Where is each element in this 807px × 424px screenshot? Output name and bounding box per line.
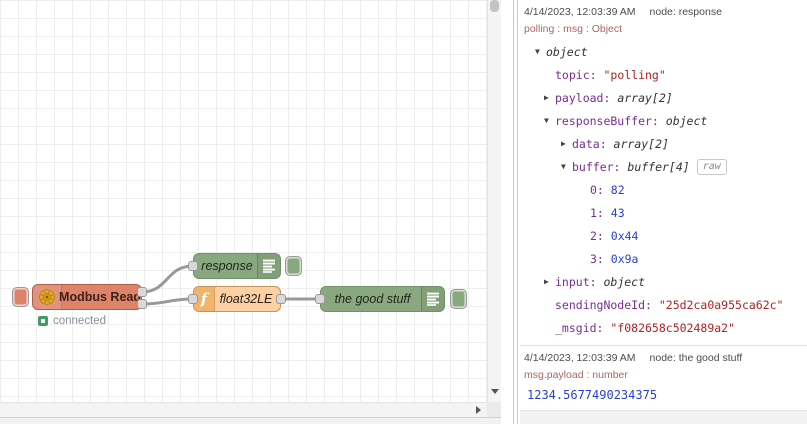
horizontal-scrollbar[interactable] [0, 402, 487, 418]
tree-key: sendingNodeId: [555, 297, 659, 312]
modbus-output-port-1[interactable] [137, 287, 147, 297]
vertical-scrollbar-thumb[interactable] [490, 0, 499, 12]
debug-list-icon [421, 287, 444, 311]
debug-tree-row: 1: 43 [524, 201, 805, 224]
response-input-port[interactable] [188, 261, 198, 271]
tree-key: input: [555, 274, 604, 289]
tree-number: 0x9a [610, 251, 639, 266]
debug-object-tree: ▼ object topic: "polling" ▶ payload: array[2… [524, 40, 805, 339]
debug-tree-row: ▼ responseBuffer: object [524, 109, 805, 132]
flow-wires [141, 264, 320, 306]
wire-modbus-to-response[interactable] [141, 264, 194, 294]
debug-tree-row: ▶ payload: array[2] [524, 86, 805, 109]
collapse-icon[interactable]: ▼ [561, 162, 572, 171]
tree-type: object [665, 113, 708, 128]
tree-key: 3: [590, 251, 611, 266]
vertical-scrollbar[interactable] [487, 0, 502, 402]
expand-icon[interactable]: ▶ [561, 139, 572, 148]
collapse-icon[interactable]: ▼ [544, 116, 555, 125]
node-label: float32LE [219, 292, 273, 306]
debug-message: 4/14/2023, 12:03:39 AM node: response po… [520, 0, 807, 346]
debug-tree-row: ▶ input: object [524, 270, 805, 293]
debug-tree-row: 3: 0x9a [524, 247, 805, 270]
tree-string: "25d2ca0a955ca62c" [658, 297, 784, 312]
tree-key: _msgid: [555, 320, 611, 335]
wire-modbus-to-float32le[interactable] [141, 297, 194, 306]
debug-message-path: msg.payload : number [524, 369, 628, 381]
tree-type: array[2] [617, 90, 673, 105]
debug-timestamp: 4/14/2023, 12:03:39 AM [524, 6, 636, 18]
float32le-output-port[interactable] [276, 294, 286, 304]
scrollbar-corner [487, 402, 501, 417]
debug-panel-empty-area [520, 411, 807, 424]
tree-type: object [603, 274, 646, 289]
node-response[interactable]: response [193, 253, 281, 279]
debug-tree-row: ▼ object [524, 40, 805, 63]
collapse-icon[interactable]: ▼ [535, 47, 546, 56]
tree-key: responseBuffer: [555, 113, 666, 128]
tree-number: 82 [610, 182, 625, 197]
node-float32le[interactable]: f float32LE [193, 286, 281, 312]
tree-key: topic: [555, 67, 604, 82]
canvas-footer [0, 417, 501, 424]
node-label: response [201, 259, 253, 273]
sidebar-resize-handle[interactable] [501, 0, 520, 424]
debug-tree-row: 0: 82 [524, 178, 805, 201]
node-label: the good stuff [334, 292, 411, 306]
tree-type: object [546, 44, 588, 59]
modbus-output-port-2[interactable] [137, 299, 147, 309]
debug-source-node: node: the good stuff [649, 352, 743, 364]
tree-number: 43 [610, 205, 625, 220]
status-connected-icon [38, 316, 48, 326]
tree-key: 2: [590, 228, 611, 243]
scroll-right-arrow-icon[interactable] [476, 406, 481, 414]
node-red-window: Modbus Read connected response f float32… [0, 0, 807, 424]
debug-tree-row: topic: "polling" [524, 63, 805, 86]
node-modbus-read[interactable]: Modbus Read [32, 284, 142, 310]
expand-icon[interactable]: ▶ [544, 277, 555, 286]
debug-tree-row: sendingNodeId: "25d2ca0a955ca62c" [524, 293, 805, 316]
scroll-down-arrow-icon[interactable] [491, 389, 499, 394]
debug-timestamp: 4/14/2023, 12:03:39 AM [524, 352, 636, 364]
debug-message-path: polling : msg : Object [524, 23, 623, 35]
tree-string: "f082658c502489a2" [610, 320, 736, 335]
debug-tree-row: 2: 0x44 [524, 224, 805, 247]
tree-key: 0: [590, 182, 611, 197]
tree-type: array[2] [613, 136, 669, 151]
goodstuff-debug-toggle-button[interactable] [450, 289, 467, 309]
modbus-status: connected [38, 315, 106, 327]
status-text: connected [53, 315, 107, 327]
tree-type: buffer[4] [627, 159, 690, 174]
debug-tree-row: ▼ buffer: buffer[4] raw [524, 155, 805, 178]
debug-list-icon [257, 254, 280, 278]
goodstuff-input-port[interactable] [315, 294, 325, 304]
tree-key: 1: [590, 205, 611, 220]
tree-key: data: [572, 136, 614, 151]
flow-canvas: Modbus Read connected response f float32… [0, 0, 502, 424]
canvas-grid[interactable]: Modbus Read connected response f float32… [0, 0, 487, 402]
debug-message-meta: 4/14/2023, 12:03:39 AM node: the good st… [524, 352, 805, 364]
float32le-input-port[interactable] [188, 294, 198, 304]
tree-key: payload: [555, 90, 618, 105]
debug-message-meta: 4/14/2023, 12:03:39 AM node: response [524, 6, 805, 18]
tree-number: 0x44 [610, 228, 639, 243]
debug-tree-row: _msgid: "f082658c502489a2" [524, 316, 805, 339]
debug-tree-row: ▶ data: array[2] [524, 132, 805, 155]
response-debug-toggle-button[interactable] [285, 256, 302, 276]
debug-source-node: node: response [649, 6, 722, 18]
debug-sidebar: 4/14/2023, 12:03:39 AM node: response po… [520, 0, 807, 424]
modbus-inject-button[interactable] [12, 287, 29, 307]
debug-message: 4/14/2023, 12:03:39 AM node: the good st… [520, 346, 807, 411]
modbus-flower-icon [33, 285, 62, 309]
expand-icon[interactable]: ▶ [544, 93, 555, 102]
node-label: Modbus Read [59, 290, 141, 304]
raw-button[interactable]: raw [696, 158, 727, 175]
node-the-good-stuff[interactable]: the good stuff [320, 286, 445, 312]
tree-key: buffer: [572, 159, 628, 174]
tree-string: "polling" [603, 67, 666, 82]
debug-payload-value: 1234.5677490234375 [527, 388, 658, 402]
